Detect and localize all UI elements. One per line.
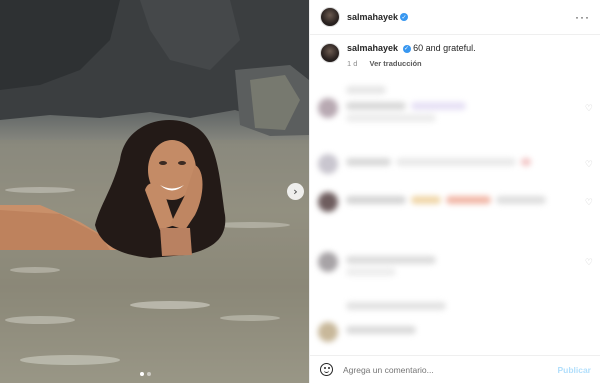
caption-avatar[interactable] [320, 43, 340, 63]
list-item [316, 150, 586, 180]
post-side-panel: salmahayek ✓ ··· salmahayek ✓ 60 and gra… [309, 0, 600, 383]
header-username[interactable]: salmahayek [347, 12, 398, 22]
caption-time[interactable]: 1 d [347, 59, 357, 68]
publish-button[interactable]: Publicar [557, 365, 591, 375]
comment-box: Publicar [310, 355, 600, 383]
emoji-icon[interactable] [320, 363, 333, 376]
heart-icon[interactable]: ♡ [585, 104, 593, 114]
list-item [316, 94, 586, 124]
heart-icon[interactable]: ♡ [585, 258, 593, 268]
verified-badge-icon: ✓ [400, 13, 409, 21]
post-caption: salmahayek ✓ 60 and grateful. 1 d Ver tr… [320, 42, 590, 68]
chevron-right-icon[interactable]: › [287, 183, 304, 200]
heart-icon[interactable]: ♡ [585, 198, 593, 208]
translate-link[interactable]: Ver traducción [370, 59, 422, 68]
caption-text: 60 and grateful. [413, 43, 476, 53]
caption-username[interactable]: salmahayek [347, 43, 398, 53]
carousel-dot [147, 372, 151, 376]
carousel-dot [140, 372, 144, 376]
post-photo[interactable]: › [0, 0, 309, 383]
photo-illustration [0, 0, 309, 383]
list-item [316, 188, 586, 218]
verified-badge-icon: ✓ [402, 44, 411, 53]
list-item [316, 248, 586, 278]
post-header: salmahayek ✓ ··· [310, 0, 600, 35]
carousel-dots [140, 372, 151, 376]
list-item [316, 318, 586, 348]
avatar[interactable] [320, 7, 340, 27]
comment-input[interactable] [343, 364, 558, 375]
heart-icon[interactable]: ♡ [585, 160, 593, 170]
more-options-icon[interactable]: ··· [575, 10, 590, 24]
comments-list: ♡ ♡ ♡ ♡ [310, 78, 600, 348]
